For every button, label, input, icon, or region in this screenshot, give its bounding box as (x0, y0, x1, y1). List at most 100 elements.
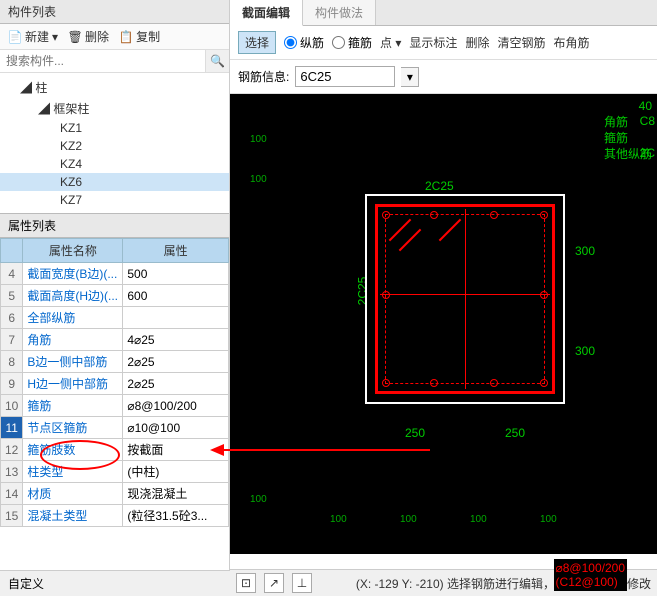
rebar-dot (430, 379, 438, 387)
bujiao-button[interactable]: 布角筋 (553, 34, 589, 51)
tree-item-kz1[interactable]: KZ1 (0, 119, 229, 137)
row-key: 箍筋 (23, 395, 123, 417)
search-input[interactable] (0, 50, 205, 72)
delete-icon: 🗑 (68, 30, 82, 44)
tab-section-edit[interactable]: 截面编辑 (230, 0, 303, 26)
row-val[interactable]: 2⌀25 (123, 351, 229, 373)
tab-component-method[interactable]: 构件做法 (303, 0, 376, 25)
property-row[interactable]: 9H边一侧中部筋2⌀25 (1, 373, 229, 395)
tree-sub-label: 框架柱 (53, 102, 89, 116)
row-key: 全部纵筋 (23, 307, 123, 329)
row-val[interactable]: 2⌀25 (123, 373, 229, 395)
chevron-down-icon: ▾ (407, 70, 413, 84)
rebar-dot (540, 211, 548, 219)
row-val[interactable]: ⌀10@100 (123, 417, 229, 439)
row-key: B边一侧中部筋 (23, 351, 123, 373)
property-row[interactable]: 13柱类型(中柱) (1, 461, 229, 483)
property-row[interactable]: 12箍筋肢数按截面 (1, 439, 229, 461)
property-row[interactable]: 5截面高度(H边)(...600 (1, 285, 229, 307)
col-val: 属性 (123, 239, 229, 263)
tick: 100 (400, 514, 417, 525)
delete-label: 删除 (85, 28, 109, 45)
row-key: 混凝土类型 (23, 505, 123, 527)
rebar-info-row: 钢筋信息: ▾ (230, 60, 657, 94)
rebar-dot (382, 291, 390, 299)
row-val[interactable]: 600 (123, 285, 229, 307)
tree-item-kz4[interactable]: KZ4 (0, 155, 229, 173)
radio-gu[interactable]: 箍筋 (332, 34, 372, 51)
property-row[interactable]: 7角筋4⌀25 (1, 329, 229, 351)
new-icon: 📄 (8, 30, 22, 44)
tree-item-kz6[interactable]: KZ6 (0, 173, 229, 191)
property-row[interactable]: 11节点区箍筋⌀10@100 (1, 417, 229, 439)
row-val[interactable]: (中柱) (123, 461, 229, 483)
rebar-info-label: 钢筋信息: (238, 68, 289, 85)
row-num: 12 (1, 439, 23, 461)
copy-button[interactable]: 📋复制 (119, 28, 160, 45)
property-row[interactable]: 14材质现浇混凝土 (1, 483, 229, 505)
row-val[interactable]: ⌀8@100/200 (123, 395, 229, 417)
clear-button[interactable]: 清空钢筋 (497, 34, 545, 51)
tie-v (465, 209, 466, 389)
radio-gu-label: 箍筋 (348, 34, 372, 51)
dian-label: 点 (380, 36, 392, 50)
rebar-dot (540, 379, 548, 387)
delete-button[interactable]: 🗑删除 (68, 28, 109, 45)
dim-b250b: 250 (505, 426, 525, 440)
search-button[interactable]: 🔍 (205, 50, 229, 72)
select-button[interactable]: 选择 (238, 31, 276, 54)
rebar-info-input[interactable] (295, 66, 395, 87)
custom-tab[interactable]: 自定义 (0, 570, 230, 596)
property-row[interactable]: 8B边一侧中部筋2⌀25 (1, 351, 229, 373)
tree-item-kz7[interactable]: KZ7 (0, 191, 229, 209)
row-num: 10 (1, 395, 23, 417)
row-key: 柱类型 (23, 461, 123, 483)
dian-button[interactable]: 点 ▾ (380, 34, 401, 51)
radio-gu-input[interactable] (332, 36, 345, 49)
row-val[interactable]: 现浇混凝土 (123, 483, 229, 505)
tree-item-kz2[interactable]: KZ2 (0, 137, 229, 155)
property-row[interactable]: 4截面宽度(B边)(...500 (1, 263, 229, 285)
col-name: 属性名称 (23, 239, 123, 263)
dim-r300a: 300 (575, 244, 595, 258)
status-btn3[interactable]: ⊥ (292, 573, 312, 593)
row-val[interactable]: 500 (123, 263, 229, 285)
legend-stirrup: 箍筋 (604, 130, 652, 146)
component-toolbar: 📄新建▾ 🗑删除 📋复制 (0, 24, 229, 50)
tree-sub[interactable]: ◢ 框架柱 (0, 98, 229, 119)
rebar-dot (490, 211, 498, 219)
tick: 100 (540, 514, 557, 525)
del-rebar-button[interactable]: 删除 (465, 34, 489, 51)
row-num: 9 (1, 373, 23, 395)
property-row[interactable]: 15混凝土类型(粒径31.5砼3... (1, 505, 229, 527)
row-key: 角筋 (23, 329, 123, 351)
row-val[interactable]: (粒径31.5砼3... (123, 505, 229, 527)
row-key: 节点区箍筋 (23, 417, 123, 439)
rebar-dot (382, 211, 390, 219)
tree-root-label: 柱 (35, 81, 47, 95)
property-row[interactable]: 10箍筋⌀8@100/200 (1, 395, 229, 417)
component-tree: ◢ 柱 ◢ 框架柱 KZ1 KZ2 KZ4 KZ6 KZ7 (0, 73, 229, 213)
row-val[interactable]: 按截面 (123, 439, 229, 461)
dim-top: 2C25 (425, 179, 454, 193)
row-num: 5 (1, 285, 23, 307)
section-canvas[interactable]: 角筋 箍筋 其他纵筋 40 C8 2C 2C25 2C25 300 300 25… (230, 94, 657, 554)
new-button[interactable]: 📄新建▾ (8, 28, 58, 45)
radio-zong-input[interactable] (284, 36, 297, 49)
status-btn2[interactable]: ↗ (264, 573, 284, 593)
status-btn1[interactable]: ⊡ (236, 573, 256, 593)
radio-zong[interactable]: 纵筋 (284, 34, 324, 51)
new-label: 新建 (25, 28, 49, 45)
rebar-dot (382, 379, 390, 387)
property-row[interactable]: 6全部纵筋 (1, 307, 229, 329)
row-val[interactable] (123, 307, 229, 329)
bottom-red1: ⌀8@100/200 (556, 561, 625, 575)
row-key: 截面宽度(B边)(... (23, 263, 123, 285)
tick: 100 (470, 514, 487, 525)
tick: 100 (250, 134, 267, 145)
biao-button[interactable]: 显示标注 (409, 34, 457, 51)
tree-root[interactable]: ◢ 柱 (0, 77, 229, 98)
rebar-info-dropdown[interactable]: ▾ (401, 67, 419, 87)
row-val[interactable]: 4⌀25 (123, 329, 229, 351)
row-key: H边一侧中部筋 (23, 373, 123, 395)
